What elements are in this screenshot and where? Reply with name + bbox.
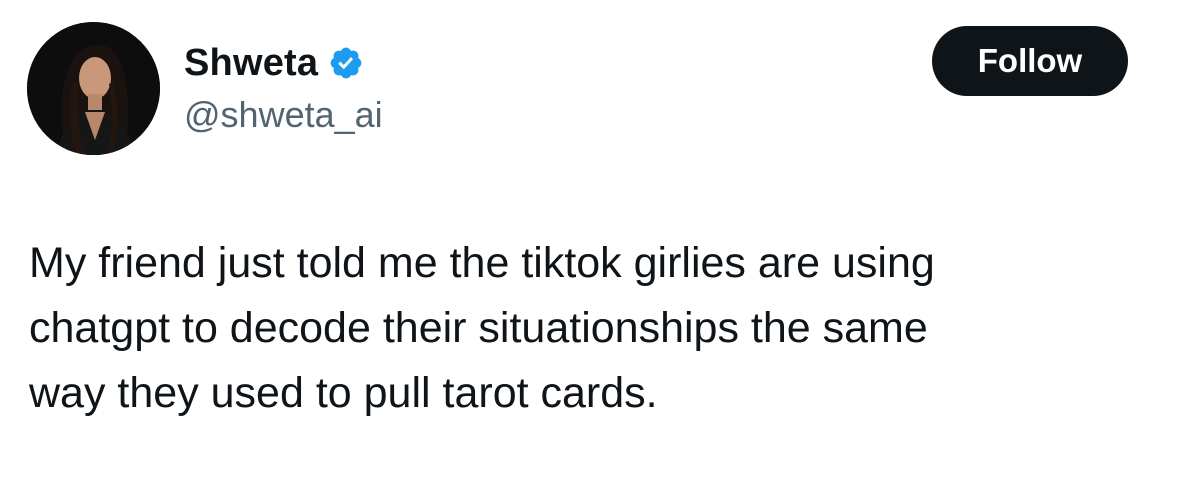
follow-button[interactable]: Follow	[932, 26, 1128, 96]
tweet-text: My friend just told me the tiktok girlie…	[29, 231, 1149, 426]
display-name[interactable]: Shweta	[184, 42, 318, 85]
avatar-image	[27, 22, 160, 155]
tweet-text-line: way they used to pull tarot cards.	[29, 369, 658, 417]
tweet-text-line: My friend just told me the tiktok girlie…	[29, 239, 935, 287]
author-handle[interactable]: @shweta_ai	[184, 94, 383, 136]
author-name-row: Shweta	[184, 40, 364, 86]
tweet-card: Shweta @shweta_ai Follow My friend just …	[0, 0, 1179, 482]
verified-badge-icon[interactable]	[328, 45, 364, 81]
avatar[interactable]	[27, 22, 160, 155]
tweet-text-line: chatgpt to decode their situationships t…	[29, 304, 928, 352]
